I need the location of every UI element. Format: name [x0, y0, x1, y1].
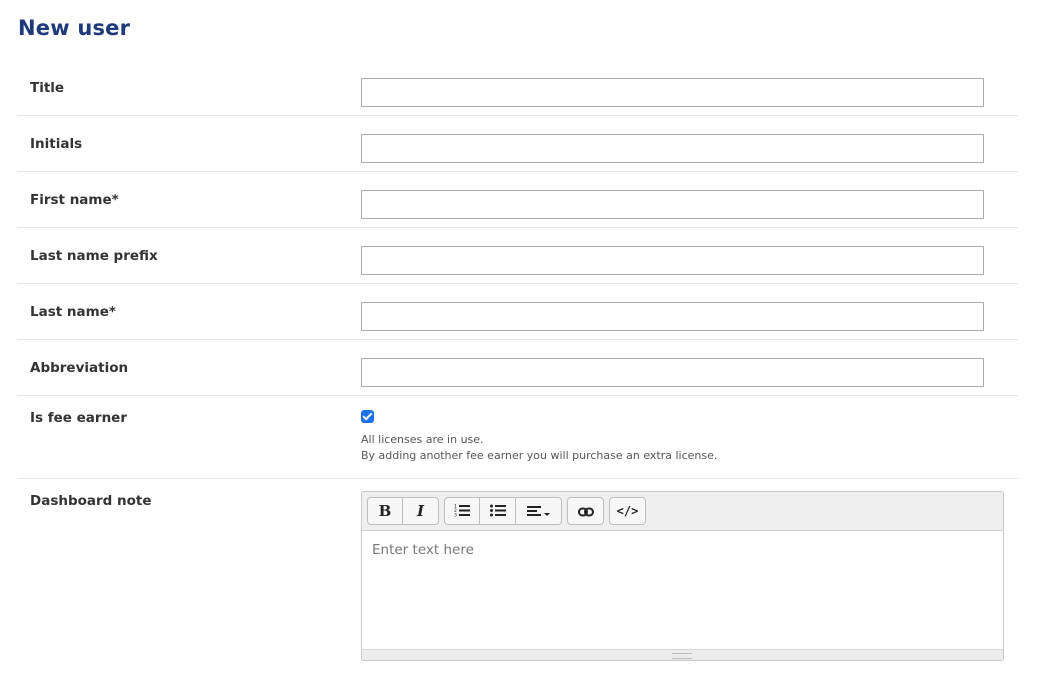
form-row-first-name: First name*: [18, 172, 1018, 228]
first-name-label: First name*: [30, 192, 119, 208]
editor-toolbar: B I 1 2 3 </>: [362, 492, 1003, 531]
last-name-prefix-input[interactable]: [361, 246, 984, 275]
last-name-prefix-label: Last name prefix: [30, 248, 158, 264]
dashboard-note-text-area[interactable]: Enter text here: [362, 531, 1003, 651]
caret-down-icon: [544, 502, 550, 521]
link-button[interactable]: [567, 497, 604, 525]
form-row-initials: Initials: [18, 116, 1018, 172]
first-name-input[interactable]: [361, 190, 984, 219]
align-dropdown-button[interactable]: [516, 497, 562, 525]
license-help-line-1: All licenses are in use.: [361, 433, 484, 446]
link-icon: [577, 502, 594, 521]
dashboard-note-editor: B I 1 2 3 </> Enter text here: [361, 491, 1004, 661]
new-user-page: New user Title Initials First name* Last…: [0, 0, 1037, 673]
abbreviation-input[interactable]: [361, 358, 984, 387]
title-input[interactable]: [361, 78, 984, 107]
align-left-icon: [527, 502, 541, 521]
unordered-list-button[interactable]: [480, 497, 516, 525]
format-button-group: B I: [367, 497, 439, 525]
form-row-dashboard-note: Dashboard note B I 1 2 3 </> Enter text …: [18, 479, 1018, 679]
last-name-input[interactable]: [361, 302, 984, 331]
fee-earner-label: Is fee earner: [30, 410, 127, 426]
ordered-list-icon: 1 2 3: [454, 502, 470, 521]
form-row-last-name-prefix: Last name prefix: [18, 228, 1018, 284]
unordered-list-icon: [489, 502, 506, 521]
code-view-button[interactable]: </>: [609, 497, 646, 525]
fee-earner-checkbox[interactable]: [361, 410, 374, 423]
editor-resize-handle[interactable]: [362, 649, 1003, 660]
ordered-list-button[interactable]: 1 2 3: [444, 497, 480, 525]
last-name-label: Last name*: [30, 304, 116, 320]
title-label: Title: [30, 80, 65, 96]
abbreviation-label: Abbreviation: [30, 360, 129, 376]
initials-input[interactable]: [361, 134, 984, 163]
bold-button[interactable]: B: [367, 497, 403, 525]
resize-grip-icon: [672, 653, 692, 659]
form-row-abbreviation: Abbreviation: [18, 340, 1018, 396]
page-title: New user: [18, 16, 131, 40]
form-row-last-name: Last name*: [18, 284, 1018, 340]
form-row-fee-earner: Is fee earner All licenses are in use. B…: [18, 396, 1018, 479]
list-button-group: 1 2 3: [444, 497, 562, 525]
svg-text:3: 3: [454, 512, 457, 517]
dashboard-note-label: Dashboard note: [30, 493, 152, 509]
italic-button[interactable]: I: [403, 497, 439, 525]
license-help-line-2: By adding another fee earner you will pu…: [361, 449, 718, 462]
user-form: Title Initials First name* Last name pre…: [18, 60, 1018, 679]
initials-label: Initials: [30, 136, 83, 152]
form-row-title: Title: [18, 60, 1018, 116]
